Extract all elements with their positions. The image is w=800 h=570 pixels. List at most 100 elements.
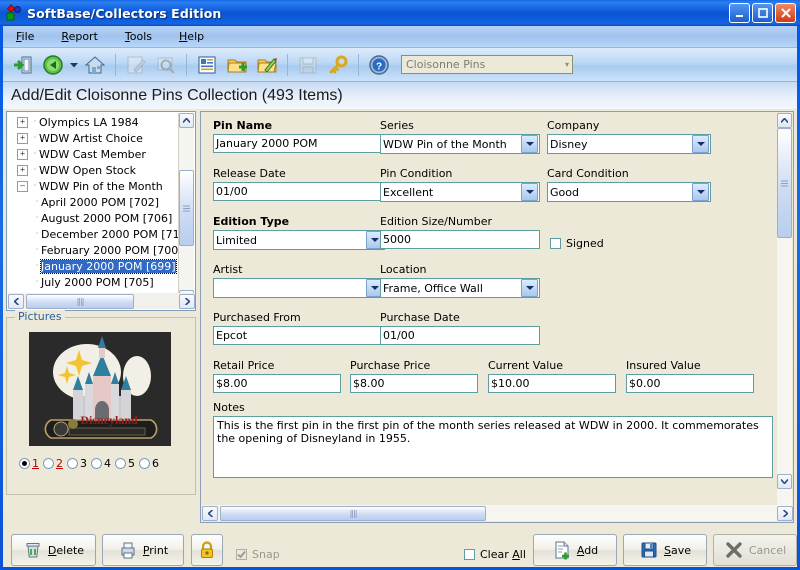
edit-folder-icon[interactable] — [253, 51, 281, 79]
release-date-input[interactable]: 01/00 — [213, 182, 385, 201]
field-release-date: Release Date 01/00 — [213, 168, 385, 201]
current-value-input[interactable]: $10.00 — [488, 374, 616, 393]
edition-type-combo[interactable]: Limited — [213, 230, 385, 250]
scroll-right-arrow[interactable] — [777, 505, 793, 521]
tree-node[interactable]: + · Olympics LA 1984 — [7, 114, 179, 130]
insured-value-input[interactable]: $0.00 — [626, 374, 754, 393]
scroll-thumb[interactable] — [179, 170, 194, 246]
key-icon[interactable] — [324, 51, 352, 79]
minimize-button[interactable] — [729, 3, 750, 23]
company-combo[interactable]: Disney — [547, 134, 711, 154]
tool-bar: ? Cloisonne Pins ▾ — [3, 48, 797, 82]
back-icon[interactable] — [39, 51, 67, 79]
pin-name-input[interactable]: January 2000 POM — [213, 134, 385, 153]
clear-all-checkbox-row[interactable]: Clear All — [464, 548, 526, 561]
exit-icon[interactable] — [9, 51, 37, 79]
tree-node[interactable]: · December 2000 POM [710] — [7, 226, 179, 242]
scroll-thumb[interactable]: |||| — [26, 293, 134, 309]
save-button[interactable]: Save — [623, 534, 707, 566]
picture-radio-4[interactable]: 4 — [91, 457, 111, 470]
add-button[interactable]: Add — [533, 534, 617, 566]
purchased-from-input[interactable]: Epcot — [213, 326, 385, 345]
retail-price-input[interactable]: $8.00 — [213, 374, 341, 393]
radio-icon — [67, 457, 78, 469]
tree-line: · — [33, 117, 37, 127]
tree-node[interactable]: · April 2000 POM [702] — [7, 194, 179, 210]
back-dropdown-icon[interactable] — [69, 51, 79, 79]
picture-radio-6[interactable]: 6 — [139, 457, 159, 470]
maximize-button[interactable] — [752, 3, 773, 23]
chevron-down-icon[interactable] — [692, 135, 709, 153]
scroll-thumb[interactable] — [777, 128, 792, 238]
collapse-icon[interactable]: – — [17, 180, 28, 192]
lock-button[interactable] — [191, 534, 223, 566]
menu-tools[interactable]: Tools — [120, 28, 157, 45]
pin-condition-combo[interactable]: Excellent — [380, 182, 540, 202]
tree-node[interactable]: · July 2000 POM [705] — [7, 274, 179, 290]
menu-help[interactable]: Help — [174, 28, 209, 45]
expander-icon[interactable]: + — [17, 116, 28, 128]
app-logo-icon — [5, 4, 23, 22]
form-horizontal-scrollbar[interactable]: |||| — [202, 505, 793, 521]
print-button[interactable]: Print — [102, 534, 184, 566]
field-purchased-from: Purchased From Epcot — [213, 312, 385, 345]
checkbox-icon — [236, 549, 247, 560]
scroll-down-arrow[interactable] — [777, 474, 792, 489]
purchase-date-label: Purchase Date — [380, 311, 460, 324]
expander-icon[interactable]: + — [17, 132, 28, 144]
scroll-up-arrow[interactable] — [179, 113, 194, 128]
tree-node[interactable]: ·June 2000 POM [704] — [7, 290, 179, 293]
field-artist: Artist — [213, 264, 385, 298]
picture-radio-1[interactable]: 1 — [19, 457, 39, 470]
expander-icon[interactable]: + — [17, 164, 28, 176]
picture-radio-2[interactable]: 2 — [43, 457, 63, 470]
scroll-left-arrow[interactable] — [8, 293, 24, 309]
tree-node[interactable]: + · WDW Cast Member — [7, 146, 179, 162]
purchase-price-input[interactable]: $8.00 — [350, 374, 478, 393]
tree-node[interactable]: · August 2000 POM [706] — [7, 210, 179, 226]
new-folder-icon[interactable] — [223, 51, 251, 79]
tree-node[interactable]: + · WDW Artist Choice — [7, 130, 179, 146]
signed-checkbox-row[interactable]: Signed — [550, 237, 604, 250]
picture-radio-5[interactable]: 5 — [115, 457, 135, 470]
help-icon[interactable]: ? — [365, 51, 393, 79]
artist-combo[interactable] — [213, 278, 385, 298]
tree-node[interactable]: – · WDW Pin of the Month — [7, 178, 179, 194]
tree-vertical-scrollbar[interactable] — [178, 113, 194, 305]
checkbox-icon[interactable] — [550, 238, 561, 249]
tree-horizontal-scrollbar[interactable]: |||| — [8, 293, 195, 309]
scroll-up-arrow[interactable] — [777, 113, 792, 128]
card-condition-combo[interactable]: Good — [547, 182, 711, 202]
chevron-down-icon[interactable] — [521, 183, 538, 201]
location-combo[interactable]: Frame, Office Wall — [380, 278, 540, 298]
close-button[interactable] — [775, 3, 796, 23]
chevron-down-icon[interactable] — [521, 135, 538, 153]
collection-tree[interactable]: + · Olympics LA 1984 + · WDW Artist Choice +… — [6, 111, 196, 311]
tree-node[interactable]: + · WDW Open Stock — [7, 162, 179, 178]
collection-combo[interactable]: Cloisonne Pins ▾ — [401, 55, 573, 74]
pin-image[interactable]: Disneyland — [29, 332, 171, 446]
chevron-down-icon[interactable] — [692, 183, 709, 201]
delete-button[interactable]: Delete — [11, 534, 96, 566]
scroll-thumb[interactable]: |||| — [220, 505, 486, 521]
chevron-down-icon[interactable] — [521, 279, 538, 297]
series-combo[interactable]: WDW Pin of the Month — [380, 134, 540, 154]
report-icon[interactable] — [193, 51, 221, 79]
purchase-date-input[interactable]: 01/00 — [380, 326, 540, 345]
tree-node-selected[interactable]: · January 2000 POM [699] — [7, 258, 179, 274]
pin-condition-value: Excellent — [383, 185, 434, 199]
checkbox-icon[interactable] — [464, 549, 475, 560]
tree-node-label: January 2000 POM [699] — [40, 258, 177, 274]
menu-file[interactable]: FFileile — [11, 28, 39, 45]
scroll-right-arrow[interactable] — [179, 293, 195, 309]
scroll-left-arrow[interactable] — [202, 505, 218, 521]
menu-report[interactable]: Report — [56, 28, 102, 45]
tree-line: · — [33, 133, 37, 143]
home-icon[interactable] — [81, 51, 109, 79]
notes-textarea[interactable]: This is the first pin in the first pin o… — [213, 416, 773, 478]
edition-size-input[interactable]: 5000 — [380, 230, 540, 249]
expander-icon[interactable]: + — [17, 148, 28, 160]
tree-node[interactable]: · February 2000 POM [700] — [7, 242, 179, 258]
form-vertical-scrollbar[interactable] — [777, 113, 792, 506]
picture-radio-3[interactable]: 3 — [67, 457, 87, 470]
